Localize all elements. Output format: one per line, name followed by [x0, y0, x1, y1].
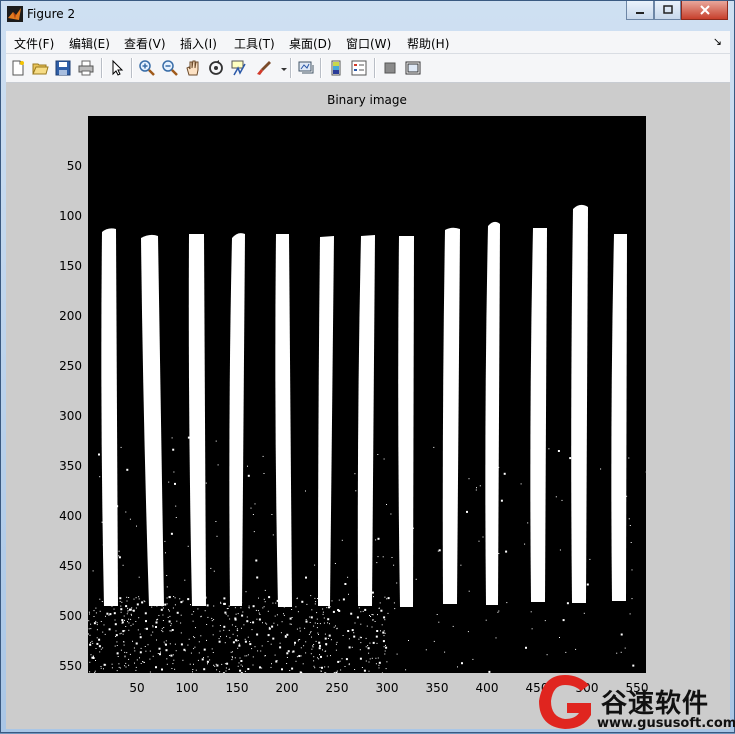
toolbar-separator	[374, 58, 375, 78]
y-tick-label: 250	[42, 359, 82, 373]
data-cursor-icon[interactable]	[230, 59, 248, 77]
watermark-url: www.gususoft.com	[597, 716, 735, 731]
close-button[interactable]	[681, 1, 728, 20]
menu-tools[interactable]: 工具(T)	[234, 35, 275, 52]
open-file-icon[interactable]	[31, 59, 49, 77]
menu-edit[interactable]: 编辑(E)	[69, 35, 110, 52]
print-icon[interactable]	[77, 59, 95, 77]
pan-hand-icon[interactable]	[184, 59, 202, 77]
figure-canvas: Binary image	[6, 83, 730, 729]
y-tick-label: 350	[42, 459, 82, 473]
brush-icon[interactable]	[255, 59, 273, 77]
menu-bar: 文件(F) 编辑(E) 查看(V) 插入(I) 工具(T) 桌面(D) 窗口(W…	[6, 31, 730, 54]
menu-file[interactable]: 文件(F)	[14, 35, 54, 52]
maximize-icon	[663, 5, 673, 15]
zoom-out-icon[interactable]	[161, 59, 179, 77]
binary-image	[88, 116, 646, 673]
hide-plot-tools-icon[interactable]	[381, 59, 399, 77]
menu-insert[interactable]: 插入(I)	[180, 35, 217, 52]
gususoft-logo-icon	[531, 671, 599, 734]
new-figure-icon[interactable]	[9, 59, 27, 77]
y-tick-label: 50	[42, 159, 82, 173]
y-tick-label: 550	[42, 659, 82, 673]
y-tick-label: 150	[42, 259, 82, 273]
y-tick-label: 100	[42, 209, 82, 223]
y-tick-label: 500	[42, 609, 82, 623]
legend-icon[interactable]	[350, 59, 368, 77]
rotate-3d-icon[interactable]	[207, 59, 225, 77]
toolbar-separator	[101, 58, 102, 78]
menubar-overflow-icon[interactable]: ↘	[713, 35, 722, 48]
link-plot-icon[interactable]	[297, 59, 315, 77]
y-tick-label: 450	[42, 559, 82, 573]
save-icon[interactable]	[54, 59, 72, 77]
y-tick-label: 400	[42, 509, 82, 523]
colorbar-icon[interactable]	[327, 59, 345, 77]
brush-dropdown-icon[interactable]	[275, 59, 285, 77]
figure-toolbar	[6, 54, 730, 83]
close-icon	[699, 4, 711, 16]
x-tick-label: 50	[117, 681, 157, 695]
x-tick-label: 100	[167, 681, 207, 695]
x-tick-label: 350	[417, 681, 457, 695]
binary-image-axes[interactable]	[88, 116, 646, 673]
toolbar-separator	[290, 58, 291, 78]
menu-help[interactable]: 帮助(H)	[407, 35, 449, 52]
pointer-icon[interactable]	[108, 59, 126, 77]
x-tick-label: 250	[317, 681, 357, 695]
x-tick-label: 150	[217, 681, 257, 695]
toolbar-separator	[320, 58, 321, 78]
maximize-button[interactable]	[654, 1, 681, 20]
watermark-brand: 谷速软件	[601, 683, 709, 720]
figure-window: Figure 2 文件(F) 编辑(E) 查看(V) 插入(I) 工具(T) 桌…	[0, 0, 735, 733]
figure-client: 文件(F) 编辑(E) 查看(V) 插入(I) 工具(T) 桌面(D) 窗口(W…	[6, 31, 730, 729]
matlab-logo-icon	[7, 6, 23, 22]
plot-title: Binary image	[88, 93, 646, 107]
zoom-in-icon[interactable]	[138, 59, 156, 77]
minimize-button[interactable]	[626, 1, 654, 20]
x-tick-label: 400	[467, 681, 507, 695]
menu-view[interactable]: 查看(V)	[124, 35, 166, 52]
menu-window[interactable]: 窗口(W)	[346, 35, 391, 52]
x-tick-label: 300	[367, 681, 407, 695]
window-title: Figure 2	[27, 7, 75, 21]
y-tick-label: 200	[42, 309, 82, 323]
show-plot-tools-icon[interactable]	[404, 59, 422, 77]
toolbar-separator	[131, 58, 132, 78]
y-tick-label: 300	[42, 409, 82, 423]
minimize-icon	[635, 5, 645, 15]
menu-desktop[interactable]: 桌面(D)	[289, 35, 332, 52]
title-bar[interactable]: Figure 2	[1, 1, 734, 29]
x-tick-label: 200	[267, 681, 307, 695]
watermark: 谷速软件 www.gususoft.com	[531, 671, 735, 734]
